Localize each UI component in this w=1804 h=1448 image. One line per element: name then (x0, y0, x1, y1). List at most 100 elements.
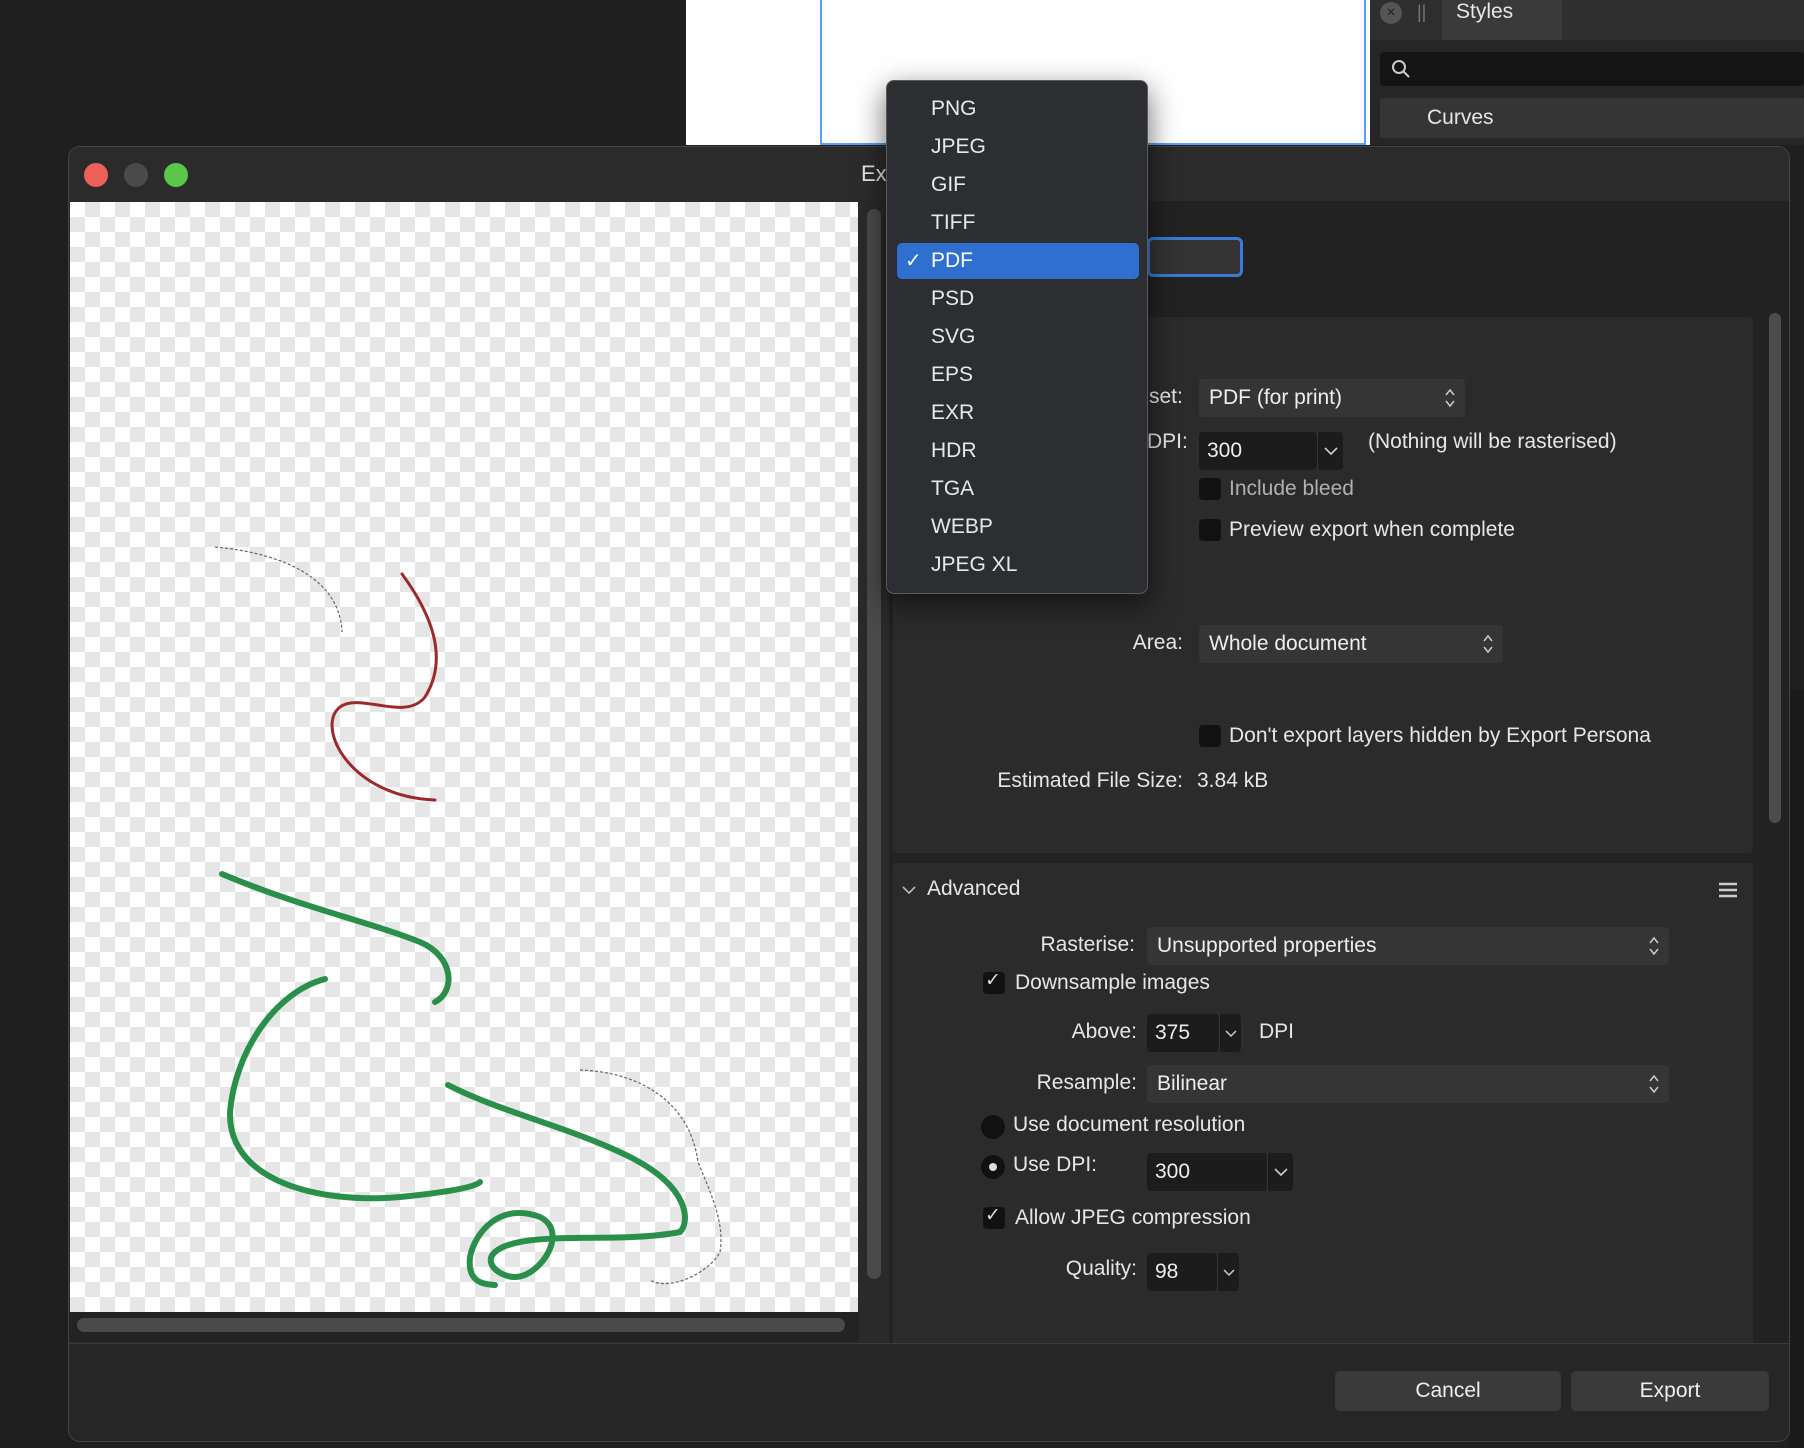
menu-item-pdf[interactable]: ✓ PDF (897, 243, 1139, 279)
dont-export-hidden-label: Don't export layers hidden by Export Per… (1229, 724, 1651, 747)
dont-export-hidden-checkbox[interactable] (1199, 725, 1221, 747)
dialog-title: Ex (861, 161, 887, 186)
tab-styles[interactable]: Styles (1442, 0, 1562, 40)
menu-item-hdr[interactable]: HDR (897, 433, 1139, 469)
preview-artwork (214, 546, 722, 1288)
menu-item-label: PNG (931, 97, 977, 120)
menu-item-webp[interactable]: WEBP (897, 509, 1139, 545)
preview-hscroll-thumb[interactable] (77, 1318, 845, 1332)
cancel-button[interactable]: Cancel (1335, 1371, 1561, 1411)
preset-label: set: (1149, 385, 1183, 408)
preview-vscroll-thumb[interactable] (867, 209, 881, 1279)
styles-panel: × || Styles Curves (1370, 0, 1804, 145)
preset-select[interactable]: PDF (for print) (1199, 379, 1465, 417)
use-dpi-radio[interactable] (981, 1155, 1005, 1179)
resample-label: Resample: (1036, 1071, 1137, 1094)
allow-jpeg-label: Allow JPEG compression (1015, 1206, 1251, 1229)
rasterise-select[interactable]: Unsupported properties (1147, 927, 1669, 965)
dashed-stroke-right (579, 1069, 722, 1285)
quality-label: Quality: (1065, 1257, 1137, 1280)
use-dpi-input[interactable]: 300 (1147, 1153, 1267, 1191)
include-bleed-label: Include bleed (1229, 477, 1354, 500)
downsample-label: Downsample images (1015, 971, 1210, 994)
file-size-label: Estimated File Size: (997, 769, 1183, 792)
menu-item-label: WEBP (931, 515, 993, 538)
file-size-value: 3.84 kB (1197, 769, 1269, 792)
updown-chevron-icon (1649, 936, 1659, 956)
chevron-down-icon (1225, 1030, 1237, 1038)
menu-item-jpeg[interactable]: JPEG (897, 129, 1139, 165)
menu-item-tga[interactable]: TGA (897, 471, 1139, 507)
menu-item-tiff[interactable]: TIFF (897, 205, 1139, 241)
above-unit: DPI (1259, 1020, 1295, 1043)
updown-chevron-icon (1445, 388, 1455, 408)
search-icon (1392, 60, 1410, 78)
rasterise-label: Rasterise: (1040, 933, 1135, 956)
menu-item-label: GIF (931, 173, 966, 196)
menu-item-psd[interactable]: PSD (897, 281, 1139, 317)
updown-chevron-icon (1483, 634, 1493, 654)
styles-tabbar (1370, 0, 1804, 40)
menu-item-label: JPEG (931, 135, 986, 158)
resample-select[interactable]: Bilinear (1147, 1065, 1669, 1103)
dpi-input[interactable]: 300 (1199, 432, 1317, 470)
format-select-button[interactable] (1147, 237, 1243, 277)
export-button[interactable]: Export (1571, 1371, 1769, 1411)
menu-item-svg[interactable]: SVG (897, 319, 1139, 355)
use-dpi-dropdown-button[interactable] (1267, 1153, 1293, 1191)
settings-vscroll-thumb[interactable] (1769, 313, 1781, 823)
green-stroke-2 (226, 976, 483, 1202)
advanced-section-title[interactable]: Advanced (927, 877, 1020, 901)
use-dpi-label: Use DPI: (1013, 1153, 1098, 1176)
menu-item-jpeg-xl[interactable]: JPEG XL (897, 547, 1139, 583)
allow-jpeg-checkbox[interactable]: ✓ (983, 1205, 1005, 1229)
use-document-resolution-radio[interactable] (981, 1115, 1005, 1139)
quality-input[interactable]: 98 (1147, 1253, 1217, 1291)
menu-item-label: SVG (931, 325, 976, 348)
preset-value: PDF (for print) (1209, 386, 1343, 409)
area-select[interactable]: Whole document (1199, 625, 1503, 663)
dpi-note: (Nothing will be rasterised) (1368, 430, 1617, 453)
grip-icon[interactable]: || (1417, 2, 1426, 23)
preview-export-checkbox[interactable] (1199, 519, 1221, 541)
above-dropdown-button[interactable] (1219, 1014, 1241, 1052)
downsample-checkbox[interactable]: ✓ (983, 970, 1005, 994)
preview-export-label: Preview export when complete (1229, 518, 1515, 541)
updown-chevron-icon (1649, 1074, 1659, 1094)
menu-item-label: TIFF (931, 211, 976, 234)
chevron-down-icon (1324, 447, 1338, 456)
menu-item-exr[interactable]: EXR (897, 395, 1139, 431)
checkmark-icon: ✓ (905, 250, 922, 272)
chevron-down-icon[interactable] (901, 882, 917, 898)
export-preview[interactable] (70, 202, 858, 1312)
chevron-down-icon (1223, 1269, 1235, 1277)
menu-item-label: PSD (931, 287, 975, 310)
styles-search-input[interactable] (1380, 52, 1804, 86)
menu-item-label: JPEG XL (931, 553, 1018, 576)
menu-item-label: EXR (931, 401, 975, 424)
menu-item-label: PDF (931, 249, 973, 272)
dpi-label: DPI: (1147, 430, 1188, 453)
red-stroke (330, 572, 438, 802)
close-window-button[interactable] (84, 163, 108, 187)
area-value: Whole document (1209, 632, 1367, 655)
format-dropdown-menu: PNG JPEG GIF TIFF ✓ PDF PSD SVG EPS EXR H… (886, 80, 1148, 594)
zoom-window-button[interactable] (164, 163, 188, 187)
above-label: Above: (1071, 1020, 1137, 1043)
background-strip (1788, 690, 1804, 1448)
menu-item-png[interactable]: PNG (897, 91, 1139, 127)
dpi-dropdown-button[interactable] (1317, 432, 1343, 470)
styles-category-curves[interactable]: Curves (1380, 98, 1804, 138)
quality-dropdown-button[interactable] (1217, 1253, 1239, 1291)
close-circle-icon[interactable]: × (1380, 2, 1402, 24)
use-document-resolution-label: Use document resolution (1013, 1113, 1246, 1136)
include-bleed-checkbox[interactable] (1199, 478, 1221, 500)
green-stroke-1 (219, 871, 452, 1005)
above-input[interactable]: 375 (1147, 1014, 1219, 1052)
menu-item-label: EPS (931, 363, 974, 386)
menu-item-gif[interactable]: GIF (897, 167, 1139, 203)
menu-item-eps[interactable]: EPS (897, 357, 1139, 393)
hamburger-menu-icon[interactable] (1717, 879, 1739, 901)
minimize-window-button[interactable] (124, 163, 148, 187)
area-label: Area: (1132, 631, 1183, 654)
